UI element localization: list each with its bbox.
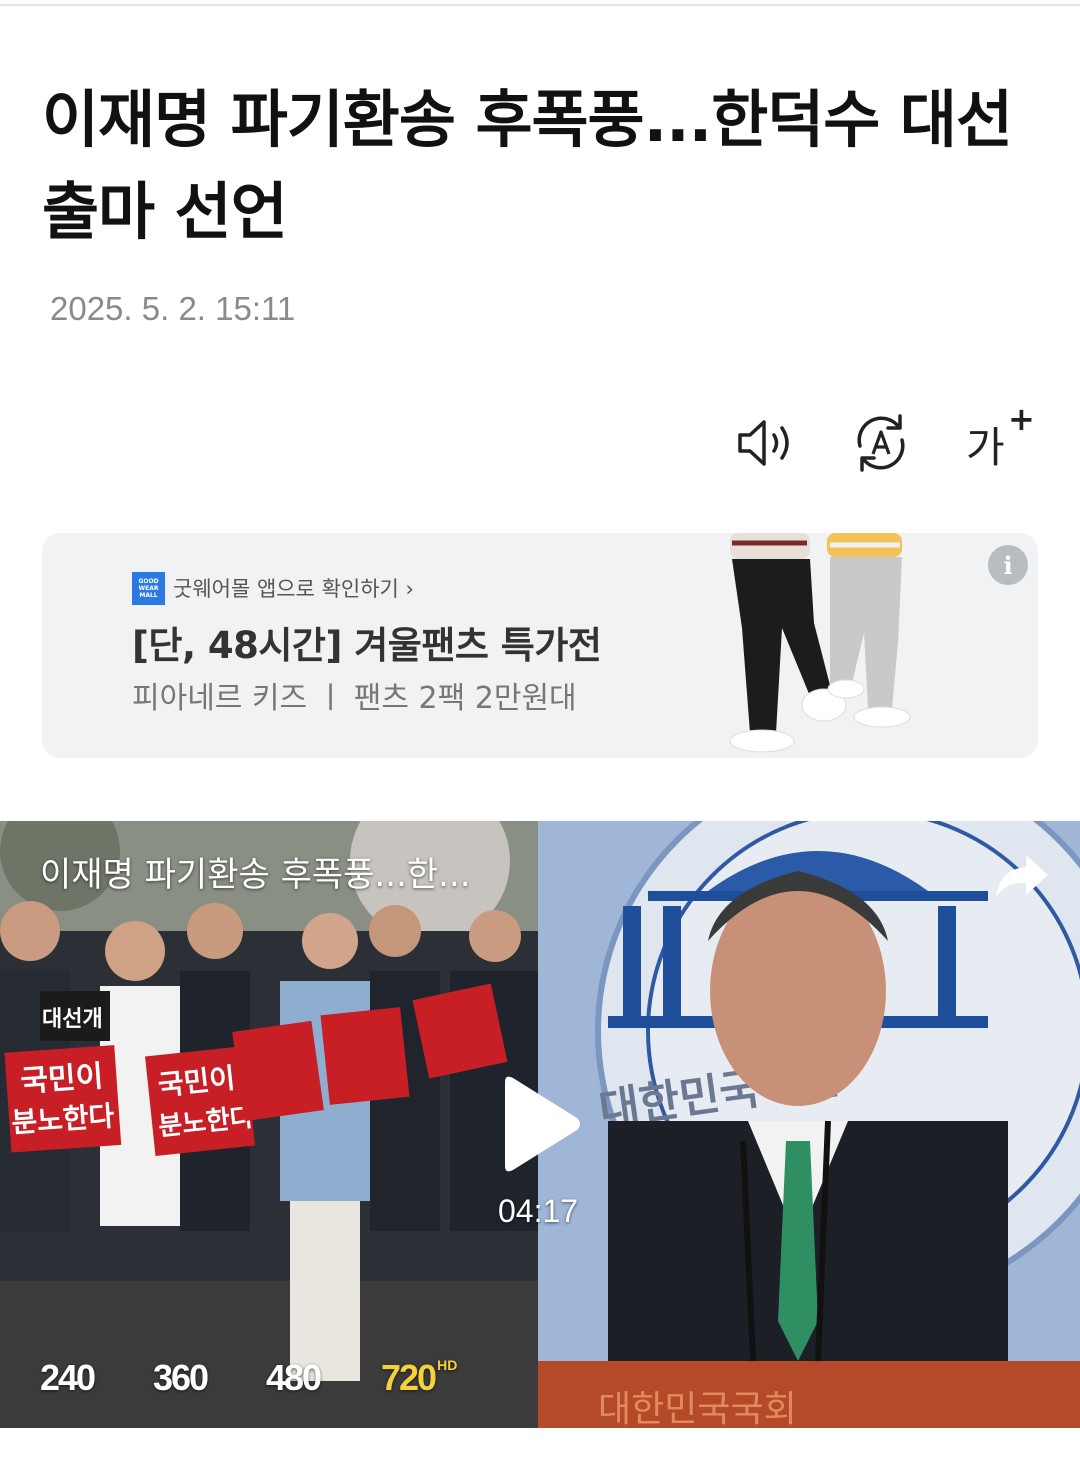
video-title: 이재명 파기환송 후폭풍...한... xyxy=(40,855,471,895)
auto-translate-button[interactable] xyxy=(846,408,916,478)
ad-subtitle: 피아네르 키즈 ㅣ 팬츠 2팩 2만원대 xyxy=(132,681,577,716)
video-thumbnail-right: 대한민국국회 대한민국국회 xyxy=(538,821,1080,1428)
top-divider xyxy=(0,4,1080,6)
article-date: 2025. 5. 2. 15:11 xyxy=(50,290,296,327)
font-size-icon: 가 + xyxy=(962,400,1038,478)
ad-title: [단, 48시간] 겨울팬츠 특가전 xyxy=(132,624,602,667)
share-icon[interactable] xyxy=(992,851,1052,901)
info-icon[interactable]: i xyxy=(988,545,1028,585)
podium-text: 대한민국국회 xyxy=(598,1389,797,1428)
ad-banner[interactable]: GOOD WEAR MALL 굿웨어몰 앱으로 확인하기 › [단, 48시간]… xyxy=(42,533,1038,758)
font-size-plus: + xyxy=(1008,400,1035,438)
speaker-icon xyxy=(738,420,789,466)
play-icon[interactable] xyxy=(495,1074,585,1174)
ad-brand-text: 굿웨어몰 앱으로 확인하기 › xyxy=(173,577,414,601)
auto-translate-icon xyxy=(857,414,905,472)
ad-brand-logo: GOOD WEAR MALL xyxy=(132,571,165,605)
ad-product-image xyxy=(729,533,911,753)
ad-brand-link[interactable]: GOOD WEAR MALL 굿웨어몰 앱으로 확인하기 › xyxy=(132,571,414,605)
font-size-label: 가 xyxy=(966,423,1005,472)
quality-360-button[interactable]: 360 xyxy=(153,1357,209,1399)
text-to-speech-button[interactable] xyxy=(732,408,802,478)
font-size-button[interactable]: 가 + xyxy=(962,400,1038,478)
video-duration: 04:17 xyxy=(498,1193,579,1229)
sign-text-top: 대선개 xyxy=(42,1007,103,1032)
sign-text-1a: 국민이 xyxy=(19,1059,104,1100)
quality-720-button[interactable]: 720 HD xyxy=(381,1357,457,1399)
article-headline: 이재명 파기환송 후폭풍...한덕수 대선 출마 선언 xyxy=(42,83,1013,248)
video-player[interactable]: 국민이 분노한다 국민이 분노한다 대선개 대한민국국회 대한민국국회 이재명 … xyxy=(0,821,1080,1428)
quality-240-button[interactable]: 240 xyxy=(40,1357,96,1399)
quality-480-button[interactable]: 480 xyxy=(266,1357,322,1399)
video-thumbnail-left: 국민이 분노한다 국민이 분노한다 대선개 xyxy=(0,821,540,1428)
hd-badge: HD xyxy=(437,1357,458,1373)
